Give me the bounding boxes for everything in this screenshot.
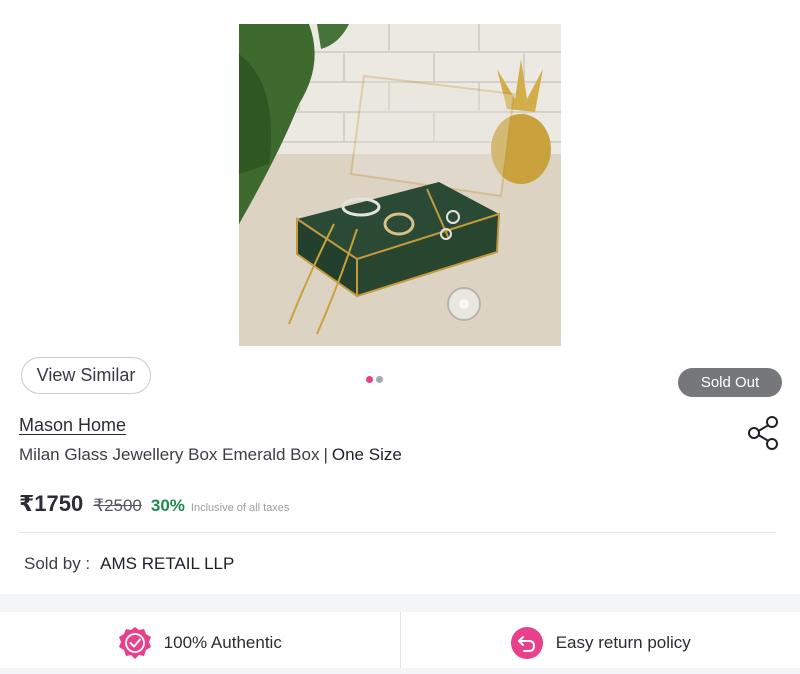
feature-return-policy: Easy return policy — [401, 612, 800, 674]
product-name-text: Milan Glass Jewellery Box Emerald Box — [19, 445, 320, 464]
brand-link[interactable]: Mason Home — [19, 415, 126, 436]
feature-authentic: 100% Authentic — [0, 612, 401, 674]
carousel-dot-active[interactable] — [366, 376, 373, 383]
bottom-separator — [0, 668, 800, 674]
divider — [19, 532, 776, 533]
section-separator — [0, 594, 800, 612]
feature-return-label: Easy return policy — [555, 633, 691, 652]
discount-percent: 30% — [150, 496, 185, 515]
product-size: One Size — [331, 445, 402, 464]
sold-by-label: Sold by : — [24, 554, 91, 573]
sold-out-badge: Sold Out — [678, 368, 782, 397]
selling-price: ₹1750 — [19, 491, 84, 516]
product-image[interactable] — [239, 24, 561, 346]
seller-name[interactable]: AMS RETAIL LLP — [100, 554, 234, 574]
carousel-dot[interactable] — [376, 376, 383, 383]
authentic-badge-icon — [118, 627, 151, 659]
feature-strip: 100% Authentic Easy return policy — [0, 612, 800, 674]
image-carousel-dots — [366, 376, 383, 383]
seller-info: Sold by : AMS RETAIL LLP — [24, 554, 234, 574]
feature-authentic-label: 100% Authentic — [163, 633, 282, 652]
share-button[interactable] — [746, 415, 780, 451]
title-separator: | — [323, 445, 328, 464]
product-photo — [239, 24, 561, 346]
product-title: Milan Glass Jewellery Box Emerald Box | On… — [19, 445, 402, 465]
return-arrow-icon — [510, 627, 543, 659]
tax-note: Inclusive of all taxes — [190, 502, 290, 514]
price-row: ₹1750 ₹2500 30% Inclusive of all taxes — [19, 491, 289, 517]
view-similar-button[interactable]: View Similar — [21, 357, 151, 394]
original-price: ₹2500 — [93, 496, 142, 515]
share-icon — [748, 416, 778, 450]
